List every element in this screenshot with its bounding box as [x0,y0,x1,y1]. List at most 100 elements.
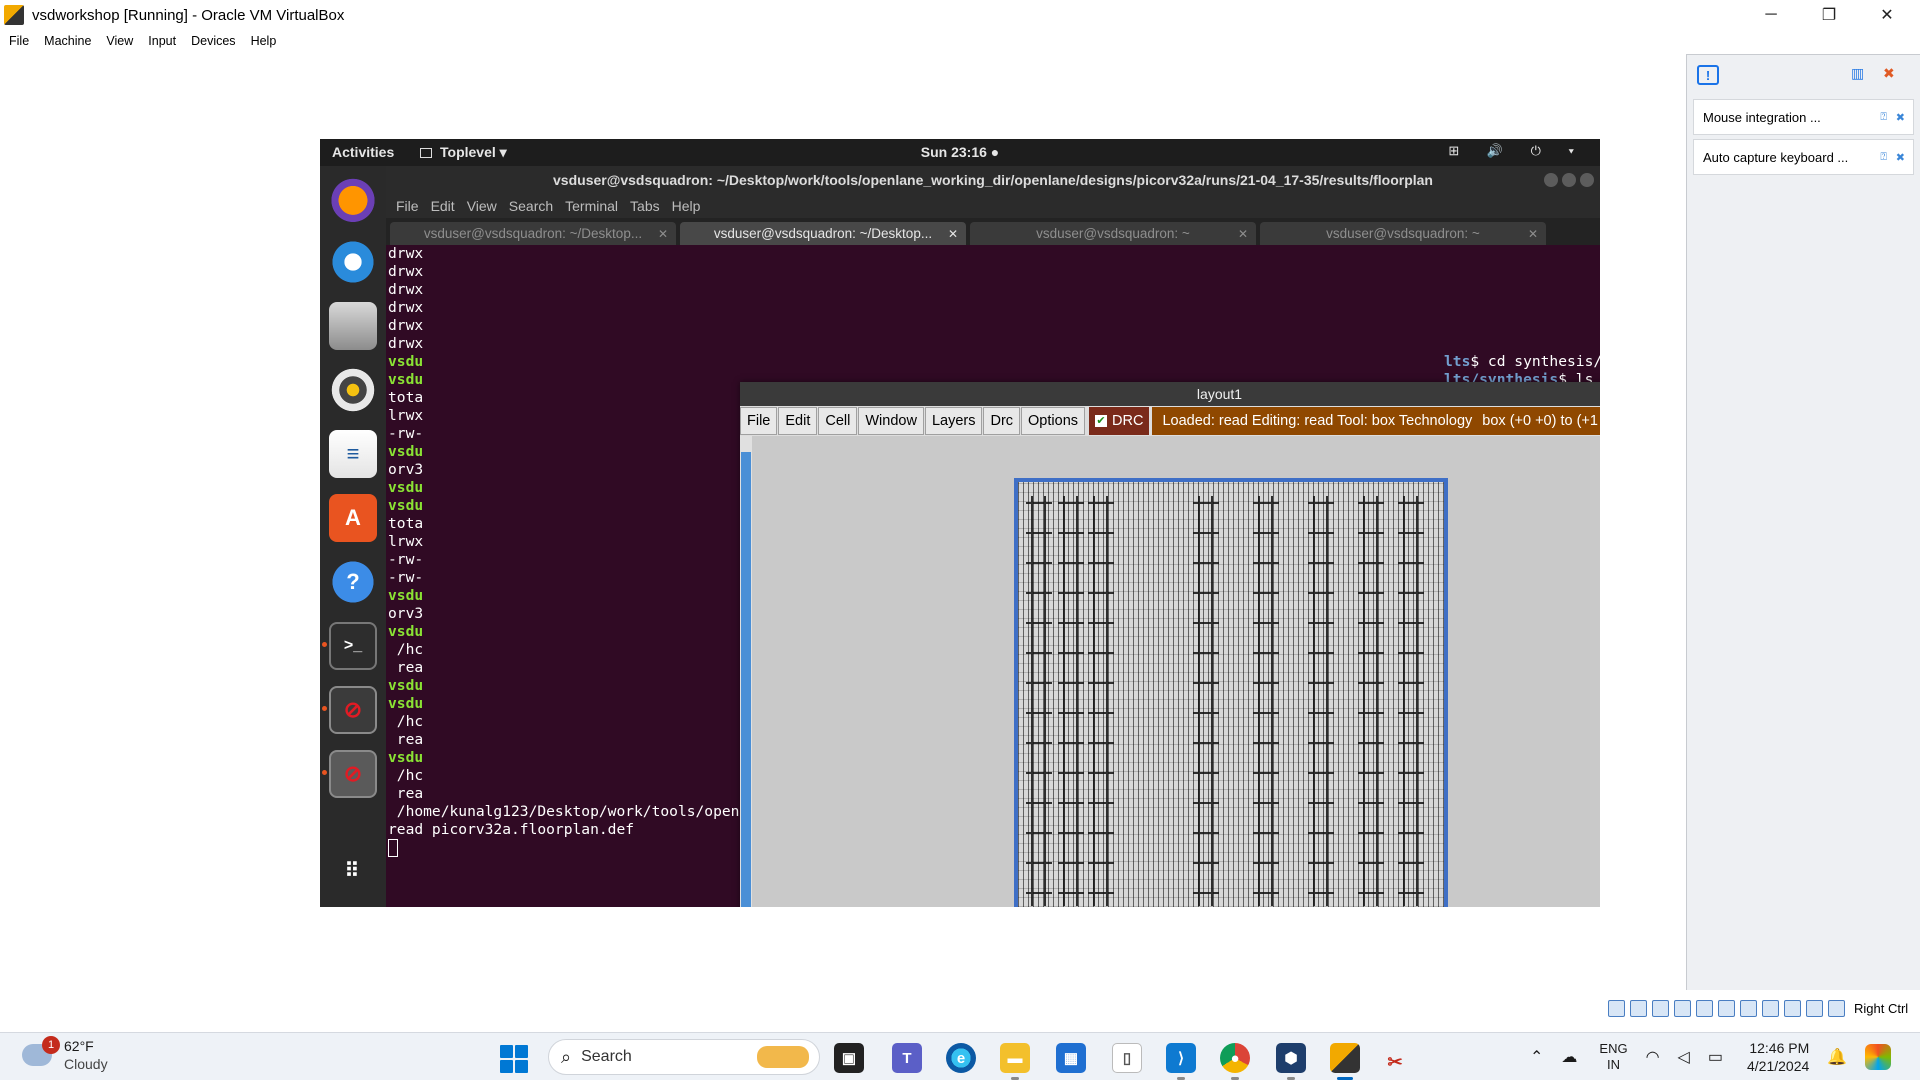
layout-canvas[interactable] [752,436,1600,907]
menu-file[interactable]: File [396,198,419,214]
menu-edit[interactable]: Edit [778,407,818,435]
edge-icon[interactable]: e [946,1043,976,1073]
network-icon[interactable] [1674,999,1691,1017]
firefox-icon[interactable] [329,174,377,222]
show-apps-icon[interactable]: ⠿ [329,846,377,894]
activities-button[interactable]: Activities [332,144,394,160]
app-menu[interactable]: Toplevel ▾ [420,144,507,161]
menu-drc[interactable]: Drc [983,407,1021,435]
chevron-up-icon[interactable]: ⌃ [1530,1047,1543,1067]
close-icon[interactable]: ✕ [948,227,958,241]
maximize-button[interactable] [1562,173,1576,187]
language-indicator[interactable]: ENG IN [1599,1041,1627,1073]
virtualbox-manager-icon[interactable]: ⬢ [1276,1043,1306,1073]
battery-icon[interactable]: ▭ [1708,1047,1723,1067]
menu-options[interactable]: Options [1021,407,1086,435]
menu-search[interactable]: Search [509,198,553,214]
vscode-icon[interactable]: ⟩ [1166,1043,1196,1073]
file-explorer-icon[interactable]: ▬ [1000,1043,1030,1073]
picorv32a-floorplan[interactable] [1014,478,1448,907]
keyboard-capture-icon[interactable] [1828,999,1845,1017]
menu-edit[interactable]: Edit [431,198,455,214]
menu-help[interactable]: Help [672,198,701,214]
snipping-tool-icon[interactable]: ✂ [1384,1051,1406,1073]
menu-tabs[interactable]: Tabs [630,198,660,214]
notice-auto-capture[interactable]: Auto capture keyboard ... ⍰ ✖ [1693,139,1914,175]
minimize-button[interactable]: ─ [1742,0,1800,30]
vertical-scrollbar[interactable] [740,436,752,907]
dock-pane-icon[interactable]: ▥ [1851,65,1871,83]
thunderbird-icon[interactable] [329,238,377,286]
close-icon[interactable]: ✕ [1238,227,1248,241]
menu-input[interactable]: Input [148,34,176,48]
guest-screen[interactable]: Activities Toplevel ▾ Sun 23:16 ● ⊞ 🔊 ⏻ … [320,139,1600,907]
menu-view[interactable]: View [106,34,133,48]
chrome-icon[interactable]: ● [1220,1043,1250,1073]
help-icon[interactable]: ? [329,558,377,606]
mouse-integration-icon[interactable] [1806,999,1823,1017]
files-icon[interactable] [329,302,377,350]
menu-view[interactable]: View [467,198,497,214]
menu-window[interactable]: Window [858,407,924,435]
terminal-tab-active[interactable]: vsduser@vsdsquadron: ~/Desktop... ✕ [680,222,966,245]
optical-drive-icon[interactable] [1630,999,1647,1017]
recording-icon[interactable] [1762,999,1779,1017]
menu-machine[interactable]: Machine [44,34,91,48]
close-button[interactable] [1580,173,1594,187]
close-button[interactable]: ✕ [1858,0,1916,30]
help-icon[interactable]: ⍰ [1880,111,1887,124]
menu-layers[interactable]: Layers [924,407,983,435]
volume-icon[interactable]: ◁ [1678,1047,1690,1067]
system-tray[interactable]: ⊞ 🔊 ⏻ ▾ [1448,143,1586,159]
terminal-tab[interactable]: vsduser@vsdsquadron: ~ ✕ [970,222,1256,245]
close-icon[interactable]: ✕ [658,227,668,241]
taskbar-search[interactable]: ⌕ Search [548,1039,820,1075]
scroll-track[interactable] [741,452,751,907]
close-icon[interactable]: ✖ [1896,111,1905,124]
hard-disk-icon[interactable] [1608,999,1625,1017]
weather-widget[interactable]: 1 62°F Cloudy [22,1036,108,1073]
gnome-clock[interactable]: Sun 23:16 ● [921,144,999,160]
bell-icon[interactable]: 🔔 [1827,1047,1847,1067]
audio-icon[interactable] [1652,999,1669,1017]
copilot-icon[interactable] [1865,1044,1892,1070]
notice-mouse-integration[interactable]: Mouse integration ... ⍰ ✖ [1693,99,1914,135]
cpu-icon[interactable] [1784,999,1801,1017]
menu-file[interactable]: File [9,34,29,48]
magic-icon[interactable]: ⊘ [329,686,377,734]
menu-file[interactable]: File [740,407,778,435]
display-icon[interactable] [1740,999,1757,1017]
date: 4/21/2024 [1746,1058,1810,1074]
software-icon[interactable]: A [329,494,377,542]
menu-terminal[interactable]: Terminal [565,198,618,214]
task-view-icon[interactable]: ▣ [834,1043,864,1073]
magic-icon-2[interactable]: ⊘ [329,750,377,798]
notepad-icon[interactable]: ▯ [1112,1043,1142,1073]
terminal-icon[interactable]: >_ [329,622,377,670]
help-icon[interactable]: ⍰ [1880,151,1887,164]
menu-cell[interactable]: Cell [818,407,858,435]
shared-folders-icon[interactable] [1718,999,1735,1017]
terminal-tab[interactable]: vsduser@vsdsquadron: ~ ✕ [1260,222,1546,245]
wifi-icon[interactable]: ◠ [1646,1047,1660,1067]
start-button[interactable] [500,1045,528,1073]
onedrive-icon[interactable]: ☁ [1561,1047,1577,1067]
menu-devices[interactable]: Devices [191,34,235,48]
dismiss-all-icon[interactable]: ✖ [1883,65,1905,83]
writer-icon[interactable]: ≡ [329,430,377,478]
notification-center-icon[interactable]: ! [1697,65,1719,85]
vbox-vm-icon[interactable] [1330,1043,1360,1073]
teams-icon[interactable]: T [892,1043,922,1073]
store-icon[interactable]: ▦ [1056,1043,1086,1073]
magic-layout-window[interactable]: layout1 File Edit Cell Window Layers Drc… [740,382,1600,907]
restore-button[interactable]: ❐ [1800,0,1858,30]
terminal-tab[interactable]: vsduser@vsdsquadron: ~/Desktop... ✕ [390,222,676,245]
taskbar-clock[interactable]: 12:46 PM 4/21/2024 [1747,1039,1809,1075]
menu-help[interactable]: Help [251,34,277,48]
close-icon[interactable]: ✕ [1528,227,1538,241]
rhythmbox-icon[interactable] [329,366,377,414]
drc-toggle[interactable]: ✔ DRC [1089,407,1150,435]
close-icon[interactable]: ✖ [1896,151,1905,164]
minimize-button[interactable] [1544,173,1558,187]
usb-icon[interactable] [1696,999,1713,1017]
